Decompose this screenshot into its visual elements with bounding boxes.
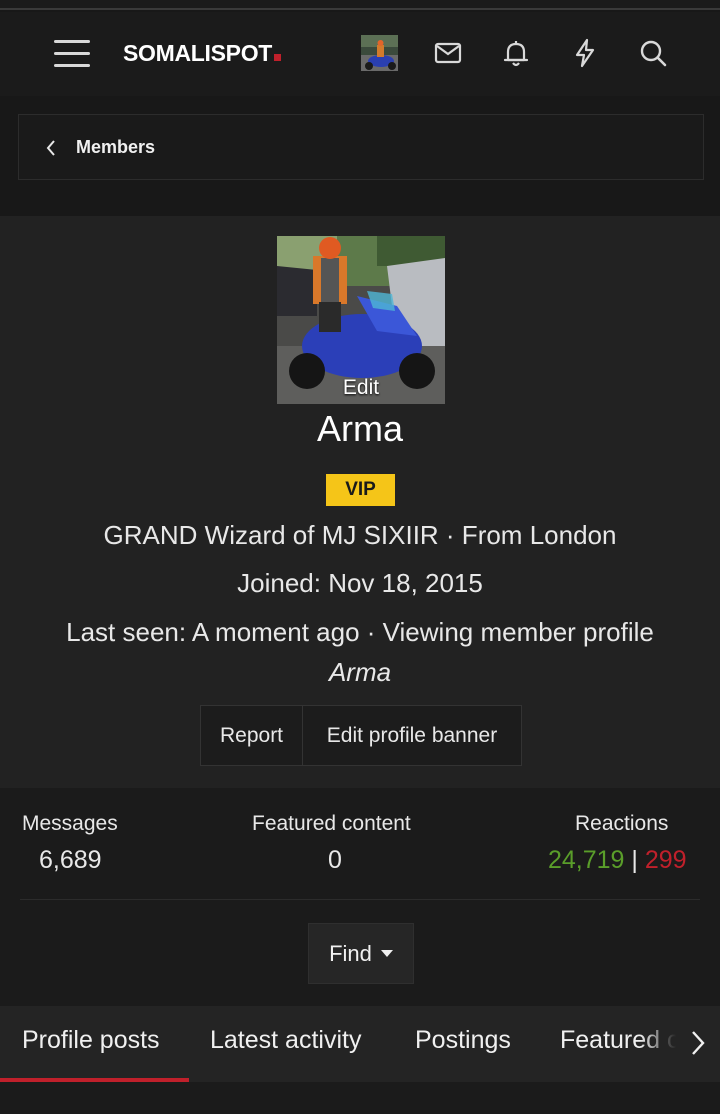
user-avatar[interactable]	[361, 35, 398, 71]
avatar-edit-label[interactable]: Edit	[277, 376, 445, 400]
caret-down-icon	[380, 950, 393, 957]
messages-label: Messages	[22, 812, 118, 835]
app-header: SOMALISPOT	[0, 12, 720, 96]
stats-divider	[20, 899, 700, 900]
vip-badge: VIP	[326, 474, 395, 506]
bottom-strip	[0, 1082, 720, 1114]
profile-username: Arma	[316, 408, 403, 449]
reactions-label: Reactions	[575, 812, 669, 835]
top-strip	[0, 0, 720, 10]
reactions-value[interactable]: 24,719 | 299	[548, 846, 687, 875]
featured-value[interactable]: 0	[328, 846, 342, 875]
stats-panel: Messages 6,689 Featured content 0 Reacti…	[0, 788, 720, 1006]
tab-scroll-fade	[640, 1006, 720, 1078]
profile-header: Edit Arma VIP GRAND Wizard of MJ SIXIIR …	[0, 216, 720, 788]
site-logo[interactable]: SOMALISPOT	[123, 40, 282, 67]
breadcrumb[interactable]: Members	[18, 114, 704, 180]
tab-postings[interactable]: Postings	[415, 1026, 511, 1055]
logo-dot	[274, 54, 282, 61]
breadcrumb-label: Members	[76, 137, 156, 157]
envelope-icon[interactable]	[431, 36, 465, 70]
joined-date: Joined: Nov 18, 2015	[237, 568, 483, 598]
menu-icon[interactable]	[54, 40, 90, 68]
chevron-left-icon	[46, 140, 55, 156]
chevron-right-icon[interactable]	[688, 1028, 708, 1058]
featured-label: Featured content	[252, 812, 411, 835]
edit-banner-button[interactable]: Edit profile banner	[303, 706, 521, 765]
tab-latest-activity[interactable]: Latest activity	[210, 1026, 361, 1055]
profile-actions: Report Edit profile banner	[200, 705, 522, 766]
profile-avatar[interactable]: Edit	[277, 236, 445, 404]
find-button[interactable]: Find	[308, 923, 414, 984]
bell-icon[interactable]	[499, 36, 533, 70]
profile-tabs: Profile posts Latest activity Postings F…	[0, 1006, 720, 1082]
search-icon[interactable]	[636, 36, 670, 70]
tab-profile-posts[interactable]: Profile posts	[22, 1026, 160, 1055]
report-button[interactable]: Report	[201, 706, 303, 765]
reactions-separator: |	[631, 846, 638, 874]
user-avatar-image	[361, 35, 398, 71]
last-seen-username: Arma	[328, 657, 392, 687]
reactions-negative: 299	[644, 846, 687, 874]
last-seen: Last seen: A moment ago · Viewing member…	[66, 617, 654, 647]
find-label: Find	[329, 940, 372, 966]
messages-value[interactable]: 6,689	[39, 846, 102, 875]
user-title-location: GRAND Wizard of MJ SIXIIR · From London	[103, 520, 617, 550]
reactions-positive: 24,719	[548, 846, 625, 874]
lightning-icon[interactable]	[568, 36, 602, 70]
